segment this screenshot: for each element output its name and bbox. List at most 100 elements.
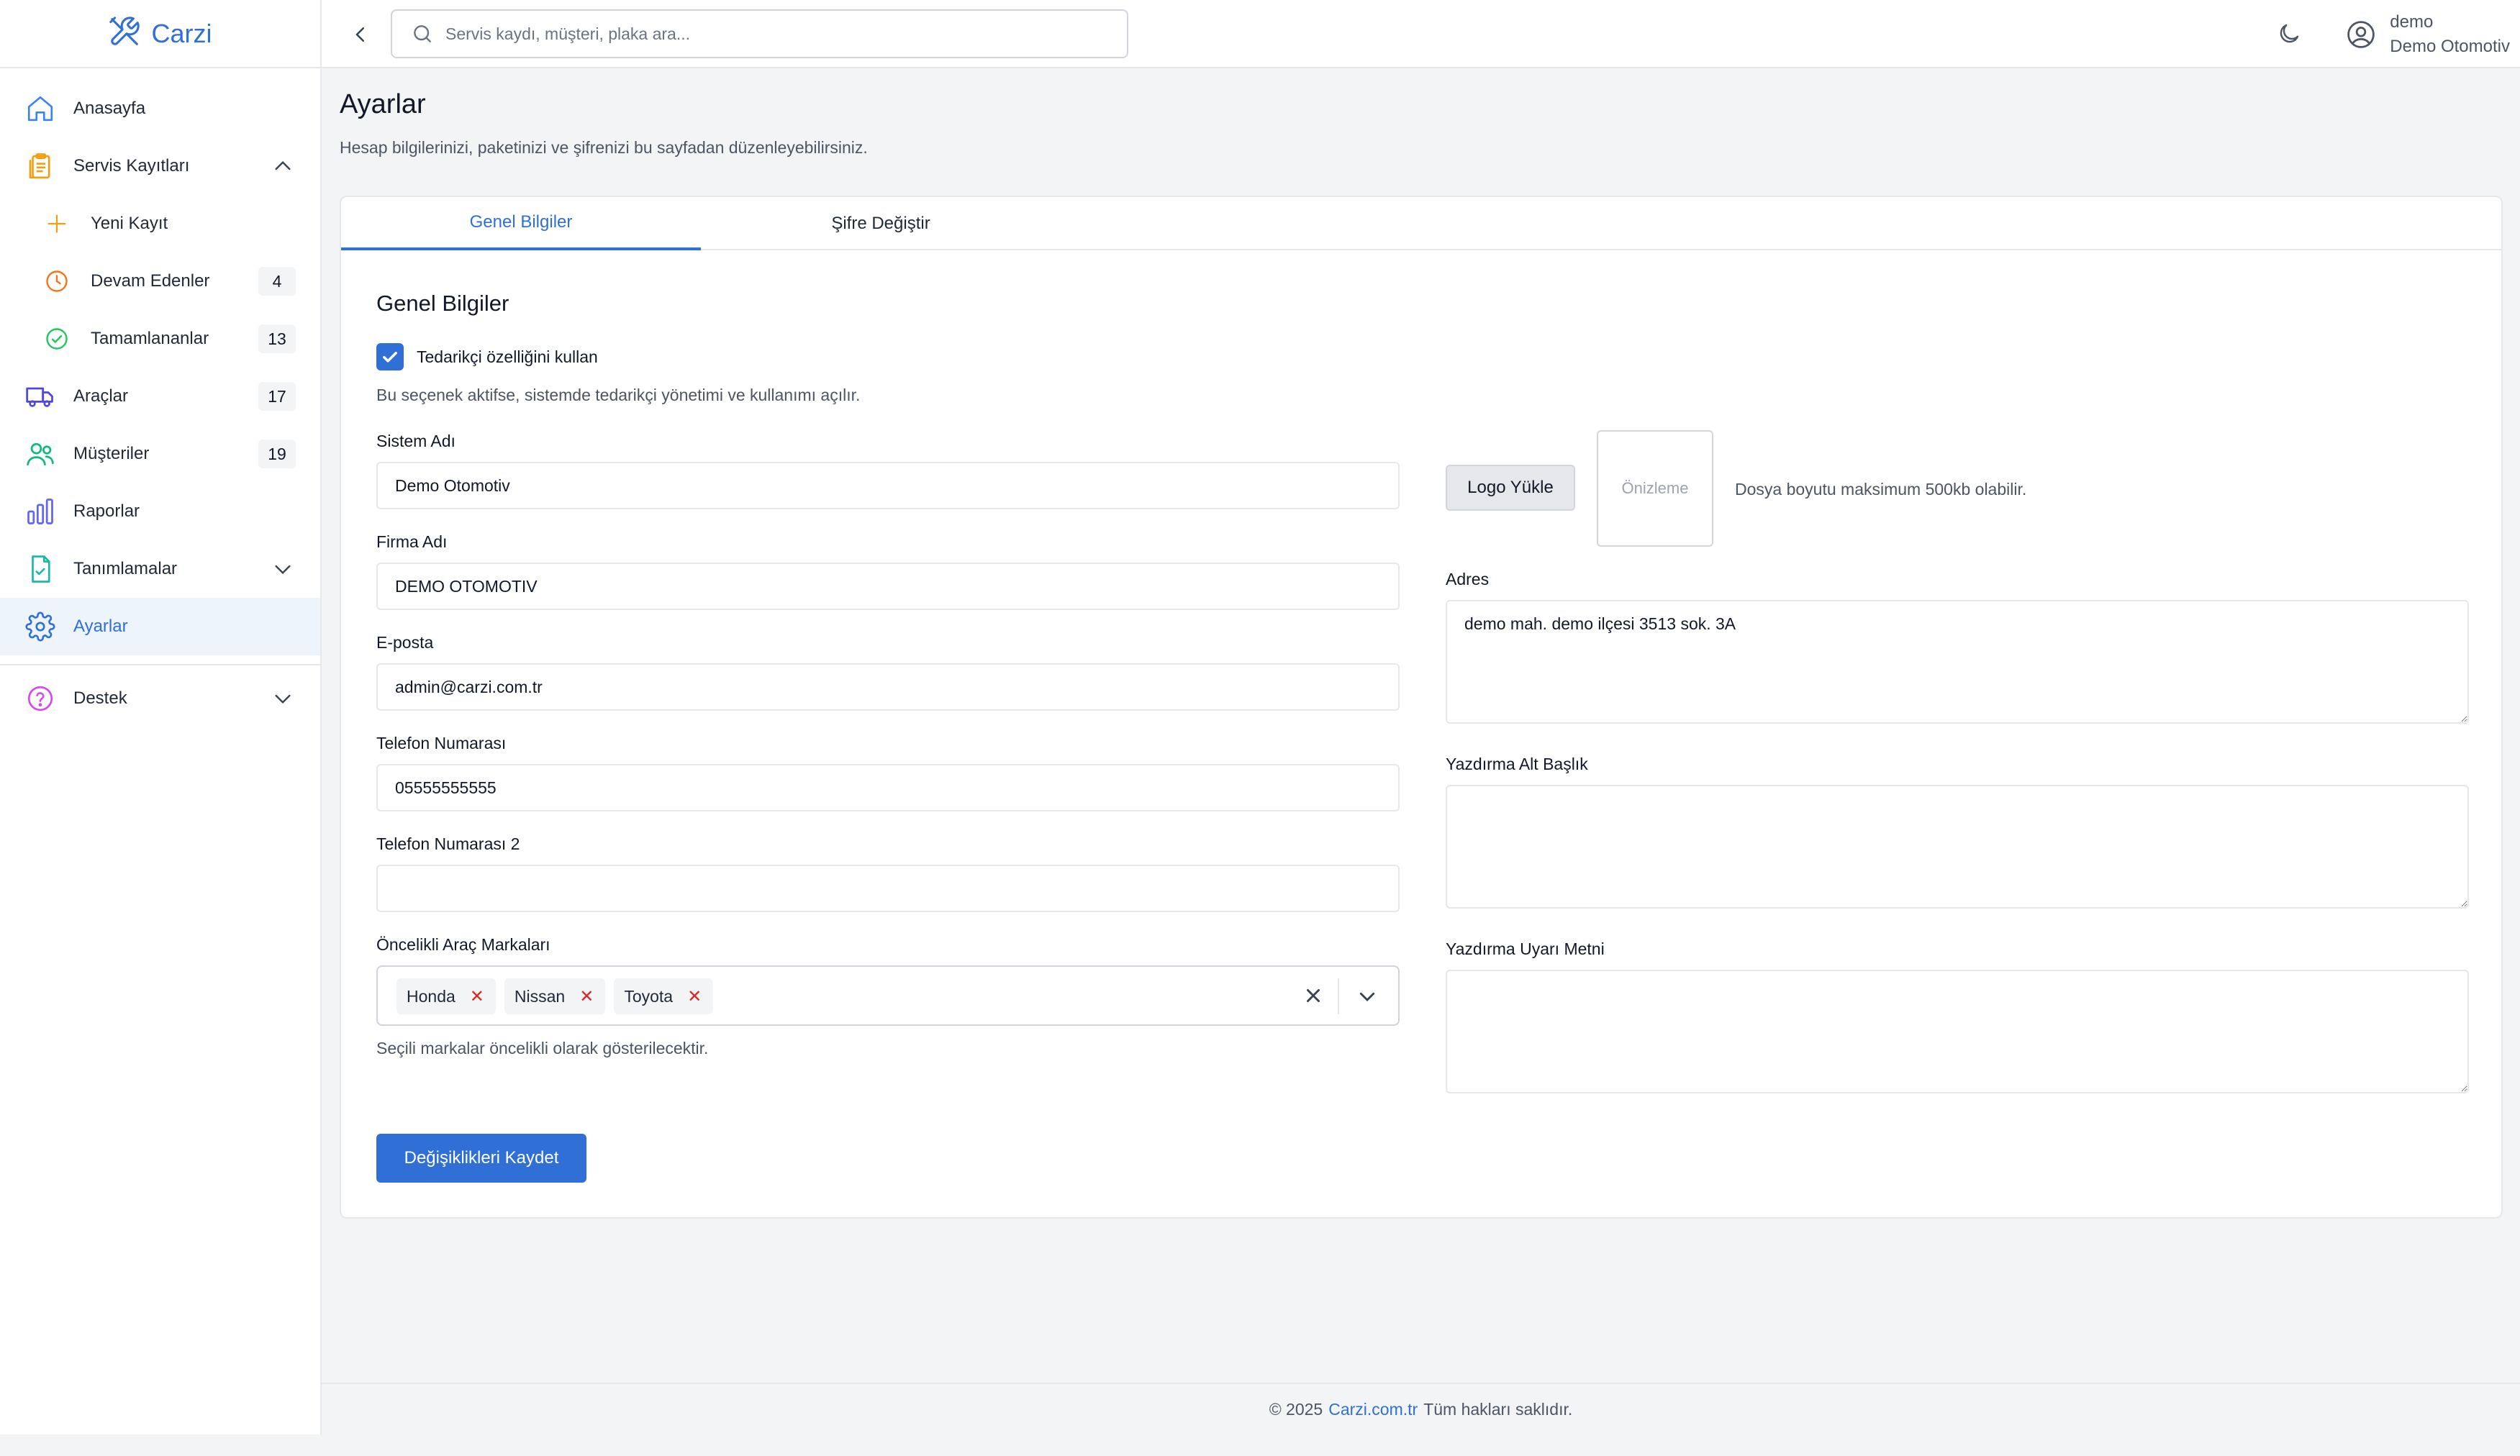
- top-bar: demo Demo Otomotiv: [322, 0, 2520, 68]
- supplier-checkbox-row[interactable]: Tedarikçi özelliğini kullan: [376, 343, 598, 370]
- brands-multiselect[interactable]: Honda ✕ Nissan ✕ Toyota ✕: [376, 965, 1400, 1026]
- bar-chart-icon: [24, 496, 56, 527]
- sidebar-item-label: Tamamlananlar: [91, 329, 209, 348]
- sidebar-item-new-record[interactable]: Yeni Kayıt: [0, 195, 320, 252]
- sidebar-item-label: Yeni Kayıt: [91, 214, 168, 233]
- brand-chip-label: Honda: [407, 986, 455, 1006]
- clear-all-icon[interactable]: [1300, 983, 1326, 1009]
- count-badge: 17: [258, 382, 296, 411]
- brand-chip-label: Toyota: [624, 986, 674, 1006]
- chevron-down-icon[interactable]: [270, 556, 296, 582]
- save-button[interactable]: Değişiklikleri Kaydet: [376, 1134, 586, 1183]
- tab-general-info[interactable]: Genel Bilgiler: [341, 197, 701, 250]
- supplier-checkbox[interactable]: [376, 343, 404, 370]
- help-circle-icon: [24, 683, 56, 714]
- section-title: Genel Bilgiler: [376, 291, 509, 316]
- tab-change-password[interactable]: Şifre Değiştir: [701, 197, 1061, 250]
- clipboard-icon: [24, 150, 56, 182]
- page-title: Ayarlar: [340, 89, 426, 119]
- chevron-left-icon[interactable]: [346, 20, 375, 49]
- brand-chip: Honda ✕: [396, 978, 496, 1014]
- system-name-label: Sistem Adı: [376, 432, 455, 450]
- page-subtitle: Hesap bilgilerinizi, paketinizi ve şifre…: [340, 138, 868, 157]
- phone-label: Telefon Numarası: [376, 734, 507, 752]
- chevron-up-icon[interactable]: [270, 153, 296, 179]
- chevron-down-icon[interactable]: [270, 686, 296, 711]
- brand[interactable]: Carzi: [0, 0, 320, 68]
- sidebar-item-customers[interactable]: Müşteriler 19: [0, 425, 320, 483]
- remove-chip-icon[interactable]: ✕: [579, 986, 594, 1007]
- footer-link[interactable]: Carzi.com.tr: [1328, 1400, 1418, 1419]
- count-badge: 4: [258, 267, 296, 296]
- sidebar-item-home[interactable]: Anasayfa: [0, 80, 320, 137]
- remove-chip-icon[interactable]: ✕: [687, 986, 702, 1007]
- brand-chip-label: Nissan: [514, 986, 566, 1006]
- sidebar-item-vehicles[interactable]: Araçlar 17: [0, 368, 320, 425]
- settings-card: Genel Bilgiler Şifre Değiştir Genel Bilg…: [340, 196, 2503, 1219]
- sidebar-item-in-progress[interactable]: Devam Edenler 4: [0, 252, 320, 310]
- brand-chip: Nissan ✕: [504, 978, 606, 1014]
- sidebar-item-label: Devam Edenler: [91, 271, 210, 291]
- remove-chip-icon[interactable]: ✕: [470, 986, 484, 1007]
- phone-field[interactable]: [376, 764, 1400, 811]
- check-circle-icon: [43, 325, 71, 352]
- brand-name: Carzi: [151, 18, 212, 48]
- company-name-label: Firma Adı: [376, 532, 448, 551]
- sidebar-item-label: Servis Kayıtları: [73, 156, 190, 176]
- tab-bar: Genel Bilgiler Şifre Değiştir: [341, 197, 2501, 250]
- sidebar-item-label: Ayarlar: [73, 616, 128, 636]
- sidebar-item-label: Müşteriler: [73, 444, 150, 463]
- print-warning-field[interactable]: [1446, 970, 2469, 1093]
- search-icon: [411, 22, 435, 46]
- print-warning-label: Yazdırma Uyarı Metni: [1446, 939, 1605, 958]
- address-label: Adres: [1446, 570, 1490, 588]
- chevron-down-icon[interactable]: [1354, 983, 1381, 1010]
- supplier-checkbox-label: Tedarikçi özelliğini kullan: [417, 347, 598, 366]
- supplier-help-text: Bu seçenek aktifse, sistemde tedarikçi y…: [376, 386, 861, 404]
- clock-icon: [43, 268, 71, 295]
- truck-icon: [24, 381, 56, 412]
- user-menu[interactable]: demo Demo Otomotiv: [2345, 10, 2510, 59]
- brands-help-text: Seçili markalar öncelikli olarak gösteri…: [376, 1039, 709, 1057]
- logo-preview: Önizleme: [1597, 430, 1713, 547]
- upload-logo-button[interactable]: Logo Yükle: [1446, 465, 1575, 511]
- sidebar-item-service-records[interactable]: Servis Kayıtları: [0, 137, 320, 195]
- sidebar-item-label: Raporlar: [73, 501, 140, 521]
- sidebar-item-support[interactable]: Destek: [0, 670, 320, 727]
- sidebar-item-label: Destek: [73, 688, 127, 708]
- select-divider: [1338, 978, 1339, 1014]
- document-check-icon: [24, 553, 56, 585]
- logo-size-note: Dosya boyutu maksimum 500kb olabilir.: [1735, 480, 2027, 499]
- home-icon: [24, 93, 56, 124]
- phone2-field[interactable]: [376, 865, 1400, 912]
- sidebar-divider: [0, 664, 320, 665]
- sidebar-item-definitions[interactable]: Tanımlamalar: [0, 540, 320, 598]
- print-subtitle-field[interactable]: [1446, 785, 2469, 909]
- search-input[interactable]: [445, 24, 1093, 44]
- system-name-field[interactable]: [376, 462, 1400, 509]
- brands-label: Öncelikli Araç Markaları: [376, 935, 550, 954]
- wrench-screwdriver-icon: [108, 15, 141, 52]
- sidebar-item-label: Tanımlamalar: [73, 559, 178, 578]
- sidebar-item-completed[interactable]: Tamamlananlar 13: [0, 310, 320, 368]
- sidebar-item-settings[interactable]: Ayarlar: [0, 598, 320, 655]
- email-field[interactable]: [376, 663, 1400, 711]
- sidebar-item-reports[interactable]: Raporlar: [0, 483, 320, 540]
- address-field[interactable]: demo mah. demo ilçesi 3513 sok. 3A: [1446, 600, 2469, 724]
- plus-icon: [43, 210, 71, 237]
- footer-copyright: © 2025: [1269, 1399, 1323, 1419]
- footer-rights: Tüm hakları saklıdır.: [1423, 1399, 1573, 1419]
- phone2-label: Telefon Numarası 2: [376, 834, 520, 853]
- company-name-field[interactable]: [376, 563, 1400, 610]
- search-box[interactable]: [391, 9, 1128, 58]
- users-icon: [24, 438, 56, 470]
- count-badge: 13: [258, 324, 296, 353]
- email-label: E-posta: [376, 633, 434, 652]
- sidebar: Carzi Anasayfa Servis Kayıtları Yeni Kay…: [0, 0, 322, 1434]
- user-circle-icon: [2345, 19, 2377, 50]
- count-badge: 19: [258, 440, 296, 468]
- gear-icon: [24, 611, 56, 642]
- user-company: Demo Otomotiv: [2390, 37, 2510, 56]
- footer: © 2025 Carzi.com.tr Tüm hakları saklıdır…: [322, 1383, 2520, 1434]
- moon-icon[interactable]: [2274, 19, 2304, 49]
